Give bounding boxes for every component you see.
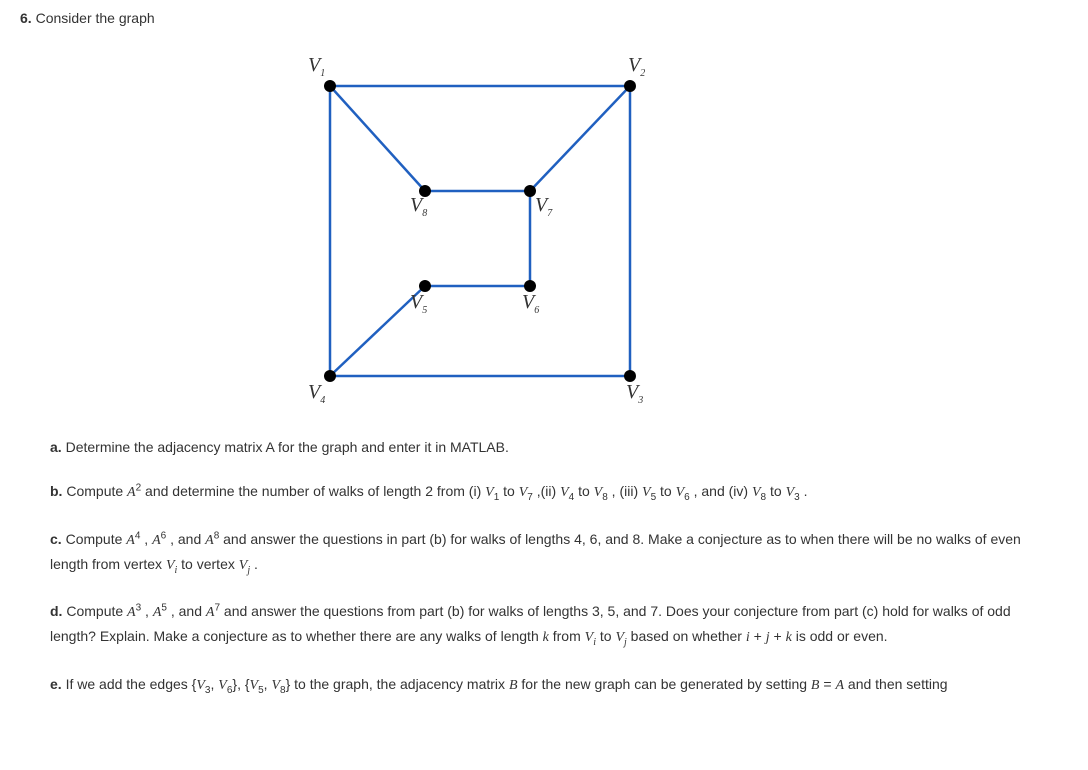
label-v2: V2 (628, 54, 645, 79)
graph-svg (280, 46, 680, 406)
label-v4: V4 (308, 381, 325, 406)
label-v1: V1 (308, 54, 325, 79)
problem-header: 6. Consider the graph (20, 10, 1038, 26)
problem-number: 6. (20, 10, 32, 26)
question-e: e. If we add the edges {V3, V6}, {V5, V8… (50, 673, 1038, 699)
label-v7: V7 (535, 194, 552, 219)
label-v5: V5 (410, 291, 427, 316)
label-v8: V8 (410, 194, 427, 219)
problem-title: Consider the graph (36, 10, 155, 26)
question-c: c. Compute A4 , A6 , and A8 and answer t… (50, 528, 1038, 578)
label-v6: V6 (522, 291, 539, 316)
question-b: b. Compute A2 and determine the number o… (50, 480, 1038, 506)
graph-figure: V1 V2 V3 V4 V5 V6 V7 V8 (280, 46, 680, 406)
question-d: d. Compute A3 , A5 , and A7 and answer t… (50, 600, 1038, 650)
label-v3: V3 (626, 381, 643, 406)
question-a: a. Determine the adjacency matrix A for … (50, 436, 1038, 458)
question-list: a. Determine the adjacency matrix A for … (20, 436, 1038, 698)
